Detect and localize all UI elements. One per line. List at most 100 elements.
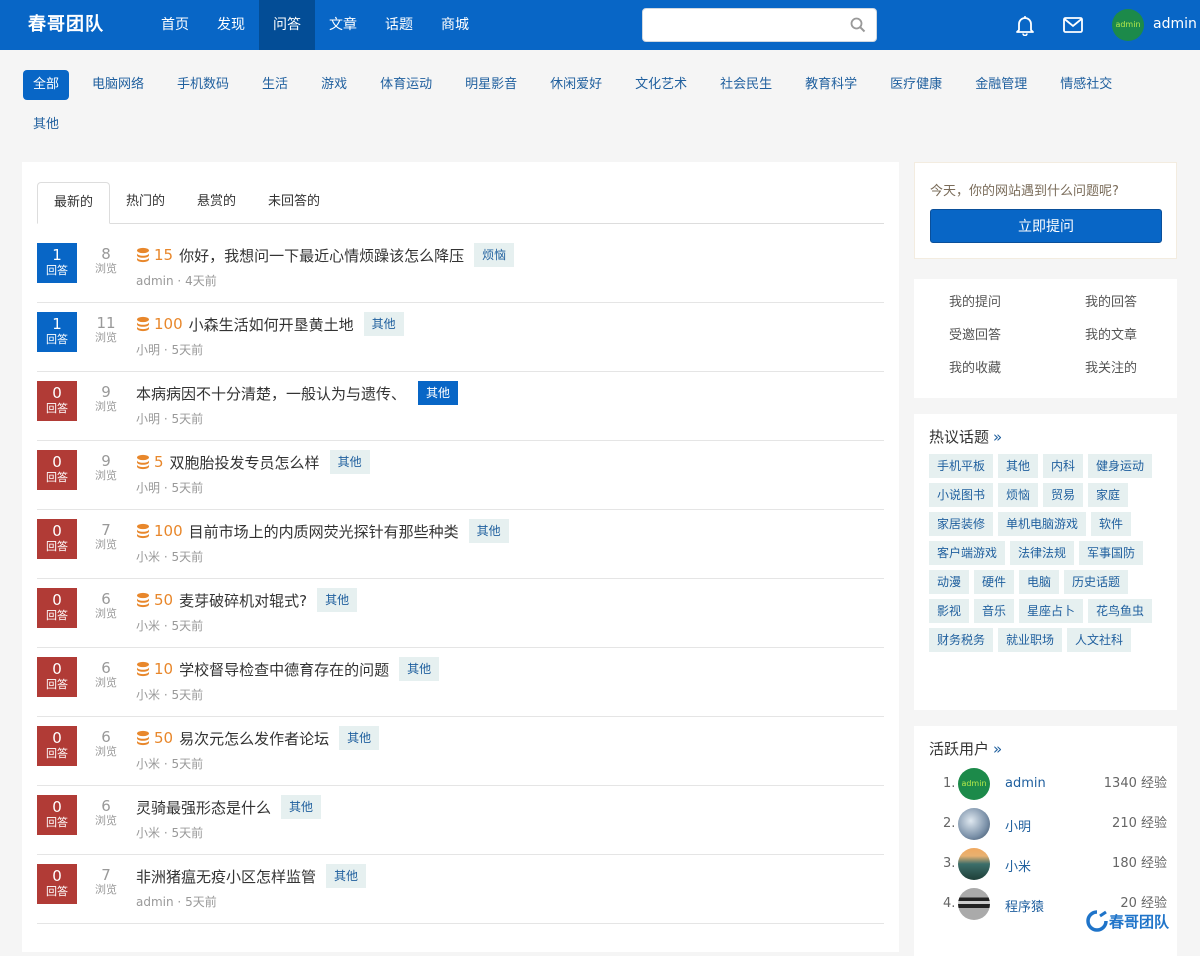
question-title[interactable]: 学校督导检查中德育存在的问题 <box>179 659 389 680</box>
question-tag[interactable]: 其他 <box>317 588 358 612</box>
topic-tag[interactable]: 法律法规 <box>1010 541 1075 565</box>
search-input[interactable] <box>643 9 838 41</box>
question-tag[interactable]: 其他 <box>339 726 380 750</box>
topic-tag[interactable]: 烦恼 <box>998 483 1039 507</box>
user-avatar[interactable]: admin <box>1112 9 1144 41</box>
nav-item-0[interactable]: 首页 <box>147 0 203 50</box>
topic-tag[interactable]: 家庭 <box>1088 483 1129 507</box>
question-tag[interactable]: 其他 <box>329 450 370 474</box>
user-name[interactable]: 小米 <box>1005 856 1031 875</box>
question-title[interactable]: 麦芽破碎机对辊式? <box>179 590 307 611</box>
topic-tag[interactable]: 动漫 <box>929 570 970 594</box>
nav-item-2[interactable]: 问答 <box>259 0 315 50</box>
nav-item-4[interactable]: 话题 <box>371 0 427 50</box>
category-0[interactable]: 全部 <box>23 70 70 100</box>
search-icon[interactable] <box>850 17 866 33</box>
topic-tag[interactable]: 健身运动 <box>1088 454 1153 478</box>
tab-3[interactable]: 未回答的 <box>252 182 336 224</box>
question-author[interactable]: 小明 <box>136 343 160 357</box>
topic-tag[interactable]: 其他 <box>998 454 1039 478</box>
question-tag[interactable]: 其他 <box>399 657 440 681</box>
category-13[interactable]: 情感社交 <box>1050 70 1122 100</box>
question-author[interactable]: admin <box>136 274 174 288</box>
question-tag[interactable]: 其他 <box>281 795 322 819</box>
question-author[interactable]: 小米 <box>136 757 160 771</box>
question-title[interactable]: 本病病因不十分清楚，一般认为与遗传、 <box>136 383 406 404</box>
my-link-5[interactable]: 我关注的 <box>1085 359 1169 379</box>
question-title[interactable]: 非洲猪瘟无疫小区怎样监管 <box>136 866 316 887</box>
user-name[interactable]: admin <box>1153 0 1197 50</box>
active-users-more-link[interactable]: » <box>993 740 1002 758</box>
category-3[interactable]: 生活 <box>252 70 298 100</box>
question-author[interactable]: 小米 <box>136 826 160 840</box>
category-7[interactable]: 休闲爱好 <box>540 70 612 100</box>
topic-tag[interactable]: 历史话题 <box>1064 570 1129 594</box>
topic-tag[interactable]: 手机平板 <box>929 454 994 478</box>
question-tag[interactable]: 其他 <box>468 519 509 543</box>
user-name[interactable]: 程序猿 <box>1005 896 1044 915</box>
mail-icon[interactable] <box>1062 15 1084 35</box>
question-title[interactable]: 目前市场上的内质网荧光探针有那些种类 <box>189 521 459 542</box>
topic-tag[interactable]: 硬件 <box>974 570 1015 594</box>
topic-tag[interactable]: 单机电脑游戏 <box>998 512 1087 536</box>
question-title[interactable]: 你好，我想问一下最近心情烦躁该怎么降压 <box>179 245 464 266</box>
tab-0[interactable]: 最新的 <box>37 182 111 224</box>
ask-question-button[interactable]: 立即提问 <box>930 209 1162 243</box>
question-author[interactable]: admin <box>136 895 174 909</box>
user-avatar[interactable] <box>958 888 990 920</box>
category-8[interactable]: 文化艺术 <box>625 70 697 100</box>
my-link-0[interactable]: 我的提问 <box>949 293 1085 313</box>
site-logo[interactable]: 春哥团队 <box>28 0 104 50</box>
nav-item-3[interactable]: 文章 <box>315 0 371 50</box>
question-title[interactable]: 灵骑最强形态是什么 <box>136 797 271 818</box>
topic-tag[interactable]: 软件 <box>1091 512 1132 536</box>
topic-tag[interactable]: 人文社科 <box>1067 628 1132 652</box>
topic-tag[interactable]: 小说图书 <box>929 483 994 507</box>
category-9[interactable]: 社会民生 <box>710 70 782 100</box>
topic-tag[interactable]: 客户端游戏 <box>929 541 1006 565</box>
topic-tag[interactable]: 就业职场 <box>998 628 1063 652</box>
topic-tag[interactable]: 家居装修 <box>929 512 994 536</box>
nav-item-1[interactable]: 发现 <box>203 0 259 50</box>
topic-tag[interactable]: 财务税务 <box>929 628 994 652</box>
category-11[interactable]: 医疗健康 <box>880 70 952 100</box>
category-1[interactable]: 电脑网络 <box>82 70 154 100</box>
question-author[interactable]: 小明 <box>136 412 160 426</box>
category-2[interactable]: 手机数码 <box>167 70 239 100</box>
question-tag[interactable]: 其他 <box>326 864 367 888</box>
question-author[interactable]: 小米 <box>136 550 160 564</box>
topic-tag[interactable]: 电脑 <box>1019 570 1060 594</box>
category-14[interactable]: 其他 <box>23 110 69 140</box>
category-5[interactable]: 体育运动 <box>370 70 442 100</box>
nav-item-5[interactable]: 商城 <box>427 0 483 50</box>
category-4[interactable]: 游戏 <box>311 70 357 100</box>
tab-1[interactable]: 热门的 <box>110 182 181 224</box>
topic-tag[interactable]: 影视 <box>929 599 970 623</box>
topic-tag[interactable]: 军事国防 <box>1079 541 1144 565</box>
topic-tag[interactable]: 贸易 <box>1043 483 1084 507</box>
topic-tag[interactable]: 花鸟鱼虫 <box>1088 599 1153 623</box>
user-avatar[interactable]: admin <box>958 768 990 800</box>
question-author[interactable]: 小米 <box>136 688 160 702</box>
question-tag[interactable]: 烦恼 <box>474 243 515 267</box>
my-link-1[interactable]: 我的回答 <box>1085 293 1169 313</box>
question-author[interactable]: 小明 <box>136 481 160 495</box>
category-6[interactable]: 明星影音 <box>455 70 527 100</box>
my-link-4[interactable]: 我的收藏 <box>949 359 1085 379</box>
question-tag[interactable]: 其他 <box>363 312 404 336</box>
tab-2[interactable]: 悬赏的 <box>181 182 252 224</box>
question-title[interactable]: 易次元怎么发作者论坛 <box>179 728 329 749</box>
my-link-3[interactable]: 我的文章 <box>1085 326 1169 346</box>
topic-tag[interactable]: 音乐 <box>974 599 1015 623</box>
my-link-2[interactable]: 受邀回答 <box>949 326 1085 346</box>
category-12[interactable]: 金融管理 <box>965 70 1037 100</box>
question-author[interactable]: 小米 <box>136 619 160 633</box>
topic-tag[interactable]: 内科 <box>1043 454 1084 478</box>
question-tag[interactable]: 其他 <box>418 381 459 405</box>
user-name[interactable]: admin <box>1005 776 1046 791</box>
question-title[interactable]: 双胞胎投发专员怎么样 <box>170 452 320 473</box>
user-avatar[interactable] <box>958 808 990 840</box>
user-avatar[interactable] <box>958 848 990 880</box>
hot-topics-more-link[interactable]: » <box>993 428 1002 446</box>
topic-tag[interactable]: 星座占卜 <box>1019 599 1084 623</box>
